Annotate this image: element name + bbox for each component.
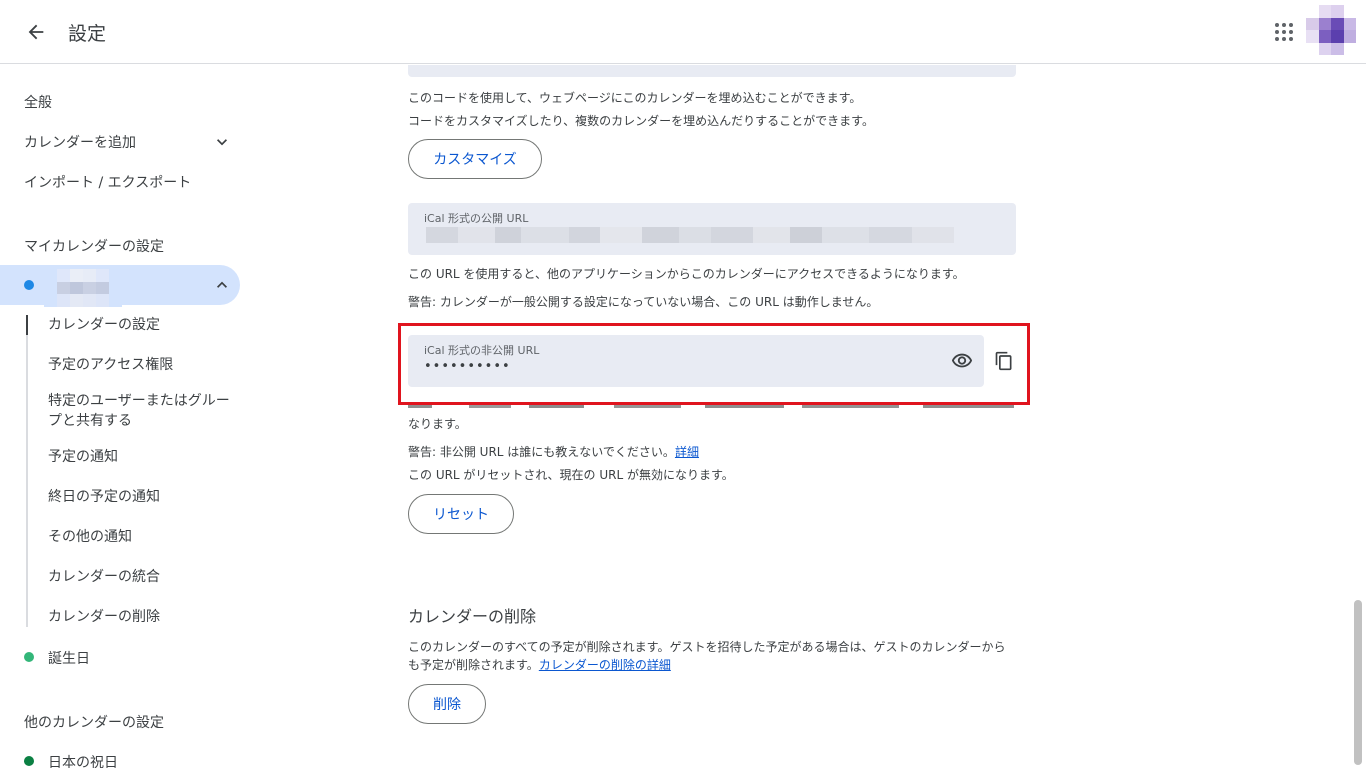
calendar-name-redacted [44,269,122,307]
apps-grid-icon [1275,23,1293,41]
delete-description-text: も予定が削除されます。 [408,658,539,672]
scrollbar-thumb[interactable] [1354,600,1362,765]
chevron-up-icon[interactable] [212,275,232,295]
delete-description-2: も予定が削除されます。カレンダーの削除の詳細 [408,656,671,673]
private-url-warning-text: 警告: 非公開 URL は誰にも教えないでください。 [408,445,675,459]
holidays-color-dot [24,756,34,766]
page-title: 設定 [68,23,107,45]
customize-button[interactable]: カスタマイズ [408,139,542,179]
embed-code-field[interactable] [408,65,1016,77]
delete-details-link[interactable]: カレンダーの削除の詳細 [539,658,671,672]
account-avatar[interactable] [1306,5,1356,55]
top-app-bar: 設定 [0,0,1366,64]
nav-general[interactable]: 全般 [24,92,52,112]
subnav-share-with-people[interactable]: 特定のユーザーまたはグループと共有する [48,391,238,431]
public-ical-url-label: iCal 形式の公開 URL [424,212,529,225]
subnav-remove-calendar[interactable]: カレンダーの削除 [48,607,243,627]
nav-add-calendar[interactable]: カレンダーを追加 [24,132,136,152]
subnav-calendar-settings[interactable]: カレンダーの設定 [48,315,243,335]
subnav-other-notifications[interactable]: その他の通知 [48,527,243,547]
subnav-integrate-calendar[interactable]: カレンダーの統合 [48,567,243,587]
selected-calendar-item[interactable] [0,265,240,307]
public-url-warning: 警告: カレンダーが一般公開する設定になっていない場合、この URL は動作しま… [408,295,879,309]
sub-nav-active-indicator [26,315,28,335]
learn-more-link[interactable]: 詳細 [675,445,699,459]
calendar-color-dot [24,280,34,290]
birthdays-color-dot [24,652,34,662]
subnav-all-day-notifications[interactable]: 終日の予定の通知 [48,487,243,507]
back-button[interactable] [20,16,52,48]
public-ical-url-field[interactable]: iCal 形式の公開 URL [408,203,1016,255]
subnav-access-permissions[interactable]: 予定のアクセス権限 [48,355,243,375]
embed-description-2: コードをカスタマイズしたり、複数のカレンダーを埋め込んだりすることができます。 [408,114,874,128]
private-url-warning: 警告: 非公開 URL は誰にも教えないでください。詳細 [408,443,699,460]
delete-section-title: カレンダーの削除 [408,607,537,626]
public-url-description: この URL を使用すると、他のアプリケーションからこのカレンダーにアクセスでき… [408,267,965,281]
settings-sidebar: 全般 カレンダーを追加 インポート / エクスポート マイカレンダーの設定 カレ… [0,65,260,768]
chevron-down-icon[interactable] [212,132,232,152]
nav-japan-holidays[interactable]: 日本の祝日 [48,752,118,768]
my-calendars-heading: マイカレンダーの設定 [24,239,164,255]
settings-main: このコードを使用して、ウェブページにこのカレンダーを埋め込むことができます。 コ… [260,65,1350,768]
reset-button[interactable]: リセット [408,494,514,534]
delete-button[interactable]: 削除 [408,684,486,724]
embed-description-1: このコードを使用して、ウェブページにこのカレンダーを埋め込むことができます。 [408,91,862,105]
reset-note: この URL がリセットされ、現在の URL が無効になります。 [408,468,734,482]
sub-nav-track [26,315,28,627]
private-url-description-line2: なります。 [408,417,467,431]
apps-button[interactable] [1270,18,1298,46]
public-url-redacted [426,227,954,243]
delete-description-1: このカレンダーのすべての予定が削除されます。ゲストを招待した予定がある場合は、ゲ… [408,640,1006,654]
nav-birthdays[interactable]: 誕生日 [48,648,90,668]
other-calendars-heading: 他のカレンダーの設定 [24,715,164,731]
nav-import-export[interactable]: インポート / エクスポート [24,172,191,192]
subnav-event-notifications[interactable]: 予定の通知 [48,447,243,467]
highlight-annotation-frame [398,323,1030,405]
arrow-back-icon [28,24,44,40]
